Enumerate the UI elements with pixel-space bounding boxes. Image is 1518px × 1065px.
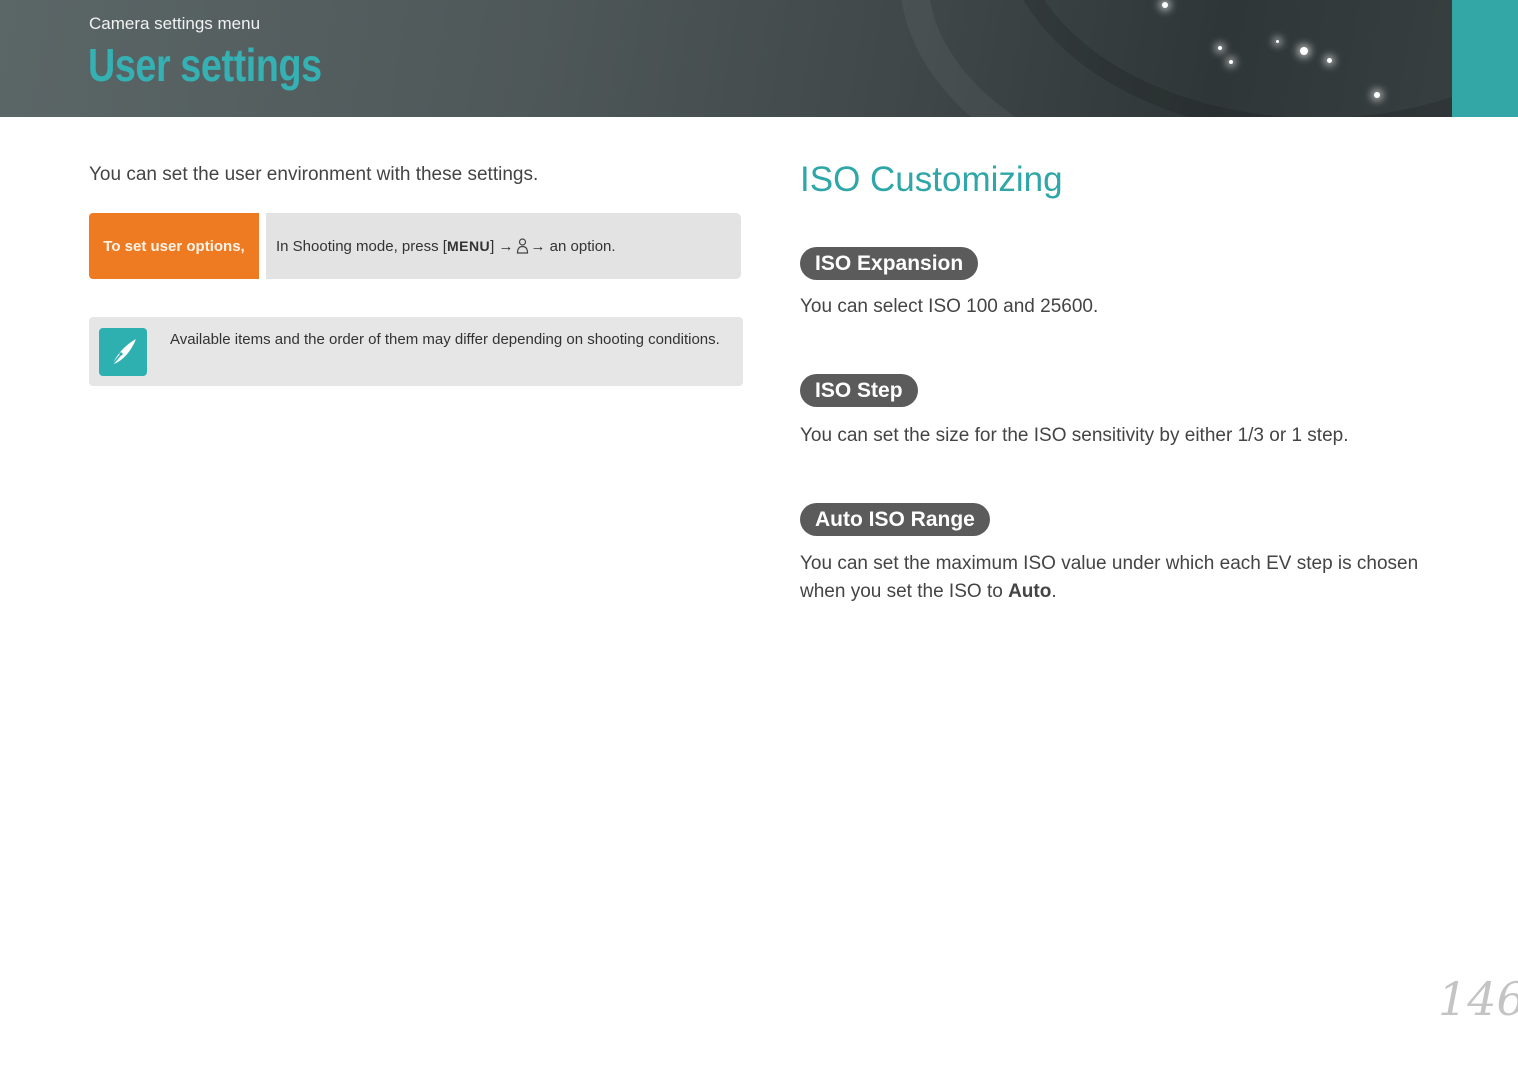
sparkle-icon xyxy=(1218,46,1222,50)
howto-instructions: In Shooting mode, press [MENU] → → an op… xyxy=(266,213,741,279)
menu-key: MENU xyxy=(446,238,491,254)
pen-note-icon xyxy=(99,328,147,376)
intro-text: You can set the user environment with th… xyxy=(89,164,539,185)
howto-middle: ] → xyxy=(490,237,514,255)
breadcrumb: Camera settings menu xyxy=(89,14,261,33)
section-tab xyxy=(1452,0,1518,117)
note-box: Available items and the order of them ma… xyxy=(89,317,743,386)
heading-auto-iso-range: Auto ISO Range xyxy=(800,503,990,536)
page-header: Camera settings menu User settings xyxy=(0,0,1518,117)
howto-box: To set user options, In Shooting mode, p… xyxy=(89,213,741,279)
sparkle-icon xyxy=(1276,40,1279,43)
howto-label: To set user options, xyxy=(89,213,259,279)
text-auto-iso-range: You can set the maximum ISO value under … xyxy=(800,550,1440,606)
howto-suffix: → an option. xyxy=(530,237,616,255)
sparkle-icon xyxy=(1162,2,1168,8)
page-title: User settings xyxy=(88,39,322,91)
sparkle-icon xyxy=(1327,58,1332,63)
page-number: 146 xyxy=(1438,972,1518,1026)
text-iso-step: You can set the size for the ISO sensiti… xyxy=(800,425,1349,446)
howto-prefix: In Shooting mode, press [ xyxy=(276,237,447,255)
sparkle-icon xyxy=(1229,60,1233,64)
sparkle-icon xyxy=(1300,47,1308,55)
auto-value: Auto xyxy=(1008,581,1052,602)
auto-iso-text-end: . xyxy=(1051,581,1057,602)
text-iso-expansion: You can select ISO 100 and 25600. xyxy=(800,296,1099,317)
auto-iso-text: You can set the maximum ISO value under … xyxy=(800,553,1419,602)
section-title: ISO Customizing xyxy=(800,160,1063,199)
user-icon xyxy=(516,238,528,254)
heading-iso-step: ISO Step xyxy=(800,374,918,407)
note-text: Available items and the order of them ma… xyxy=(170,331,720,348)
heading-iso-expansion: ISO Expansion xyxy=(800,247,979,280)
sparkle-icon xyxy=(1374,92,1380,98)
